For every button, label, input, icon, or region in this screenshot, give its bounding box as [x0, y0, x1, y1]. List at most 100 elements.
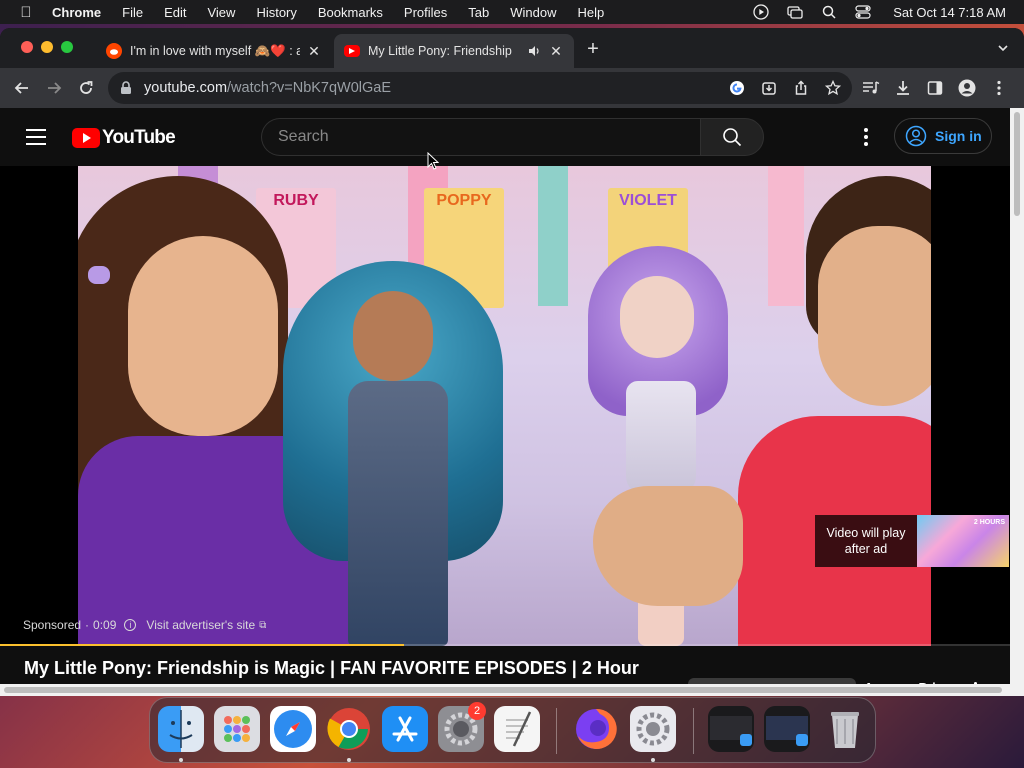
menu-history[interactable]: History [256, 5, 296, 20]
tab-youtube[interactable]: My Little Pony: Friendship ✕ [334, 34, 574, 68]
sign-in-label: Sign in [935, 128, 982, 144]
menu-help[interactable]: Help [578, 5, 605, 20]
media-play-icon[interactable] [753, 4, 769, 20]
apple-menu-icon[interactable]:  [18, 4, 34, 21]
launchpad-grid-icon [224, 716, 250, 742]
address-bar[interactable]: youtube.com/watch?v=NbK7qW0lGaE [108, 72, 852, 104]
scrollbar-thumb[interactable] [1014, 112, 1020, 216]
control-center-icon[interactable] [855, 4, 871, 20]
close-window-button[interactable] [21, 41, 33, 53]
search-placeholder: Search [278, 128, 329, 145]
browser-toolbar: youtube.com/watch?v=NbK7qW0lGaE [0, 68, 1024, 108]
tab-search-chevron-icon[interactable] [996, 41, 1010, 55]
side-panel-icon[interactable] [926, 79, 944, 97]
screen-mirroring-icon[interactable] [787, 4, 803, 20]
dock-launchpad[interactable] [214, 706, 260, 752]
thumbnail-badge: 2 HOURS [973, 519, 1005, 526]
bookmark-star-icon[interactable] [824, 79, 842, 97]
girl-face [128, 236, 278, 436]
dock-separator [693, 708, 694, 754]
dock-system-settings[interactable] [630, 706, 676, 752]
dock-separator [556, 708, 557, 754]
menu-edit[interactable]: Edit [164, 5, 186, 20]
chrome-icon [327, 708, 370, 750]
search-button[interactable] [700, 118, 764, 156]
media-controls-icon[interactable] [862, 79, 880, 97]
install-app-icon[interactable] [760, 79, 778, 97]
youtube-icon [344, 45, 360, 57]
settings-kebab-icon[interactable] [862, 128, 870, 146]
dock-trash[interactable] [822, 706, 868, 752]
hamburger-menu-icon[interactable] [26, 129, 46, 145]
downloads-icon[interactable] [894, 79, 912, 97]
back-arrow-icon[interactable] [12, 78, 32, 98]
poster-label: RUBY [273, 192, 319, 209]
video-player[interactable]: RUBY POPPY VIOLET Sponsored · 0:09 i Vis… [0, 166, 1010, 646]
wall-stripe [538, 166, 568, 306]
menu-clock[interactable]: Sat Oct 14 7:18 AM [893, 5, 1006, 20]
close-tab-icon[interactable]: ✕ [548, 43, 564, 59]
menu-bookmarks[interactable]: Bookmarks [318, 5, 383, 20]
settings-gear-icon [636, 712, 670, 746]
menu-profiles[interactable]: Profiles [404, 5, 447, 20]
info-icon[interactable]: i [124, 619, 137, 631]
dock-minimized-window-1[interactable] [708, 706, 754, 752]
spotlight-search-icon[interactable] [821, 4, 837, 20]
notification-badge: 2 [468, 702, 486, 720]
scrollbar-thumb[interactable] [4, 687, 1002, 693]
tab-title: I'm in love with myself 🙈❤️ : a [130, 43, 300, 58]
ad-timer: 0:09 [93, 618, 117, 632]
chrome-menu-icon[interactable] [990, 79, 1008, 97]
hand [593, 486, 743, 606]
doll-blue-dress [348, 381, 448, 646]
search-input[interactable]: Search [261, 118, 701, 156]
video-frame[interactable]: RUBY POPPY VIOLET [78, 166, 931, 646]
share-icon[interactable] [792, 79, 810, 97]
running-indicator [347, 758, 351, 762]
zoom-window-button[interactable] [61, 41, 73, 53]
profile-avatar-icon[interactable] [958, 79, 976, 97]
youtube-logo[interactable]: YouTube [72, 127, 176, 149]
close-tab-icon[interactable]: ✕ [306, 43, 322, 59]
sign-in-button[interactable]: Sign in [894, 118, 992, 154]
forward-arrow-icon[interactable] [44, 78, 64, 98]
ad-notice-text: Video will play after ad [826, 526, 906, 556]
lock-icon[interactable] [120, 81, 134, 95]
menu-tab[interactable]: Tab [468, 5, 489, 20]
menu-window[interactable]: Window [510, 5, 556, 20]
minimize-window-button[interactable] [41, 41, 53, 53]
reload-icon[interactable] [76, 78, 96, 98]
menu-app-name[interactable]: Chrome [52, 5, 101, 20]
poster-label: VIOLET [619, 192, 677, 209]
horizontal-scrollbar[interactable] [0, 684, 1010, 696]
app-store-icon [392, 716, 418, 742]
dock [149, 697, 876, 763]
dock-firefox[interactable] [573, 706, 619, 752]
menu-file[interactable]: File [122, 5, 143, 20]
dock-safari[interactable] [270, 706, 316, 752]
chrome-window: I'm in love with myself 🙈❤️ : a ✕ My Lit… [0, 28, 1024, 696]
menu-view[interactable]: View [207, 5, 235, 20]
next-video-thumbnail[interactable]: 2 HOURS [917, 515, 1009, 567]
dock-app-store[interactable] [382, 706, 428, 752]
tab-reddit[interactable]: I'm in love with myself 🙈❤️ : a ✕ [96, 34, 332, 68]
dock-minimized-window-2[interactable] [764, 706, 810, 752]
reddit-icon [106, 43, 122, 59]
finder-icon [169, 710, 193, 748]
vertical-scrollbar[interactable] [1010, 108, 1024, 696]
video-will-play-notice[interactable]: Video will play after ad 2 HOURS [815, 515, 1009, 567]
youtube-header: YouTube Search Sign in [0, 108, 1010, 166]
external-link-icon[interactable]: ⧉ [259, 620, 266, 631]
safari-compass-icon [274, 710, 312, 748]
doll-blue-face [353, 291, 433, 381]
new-tab-icon[interactable]: + [584, 39, 602, 59]
dock-chrome[interactable] [326, 706, 372, 752]
dock-finder[interactable] [158, 706, 204, 752]
dock-textedit[interactable] [494, 706, 540, 752]
search-icon [723, 128, 742, 147]
speaker-icon[interactable] [528, 44, 542, 58]
google-lens-icon[interactable] [728, 79, 746, 97]
firefox-icon [576, 708, 617, 749]
visit-advertiser-link[interactable]: Visit advertiser's site [146, 618, 255, 632]
menu-bar:  Chrome File Edit View History Bookmark… [0, 0, 1024, 24]
